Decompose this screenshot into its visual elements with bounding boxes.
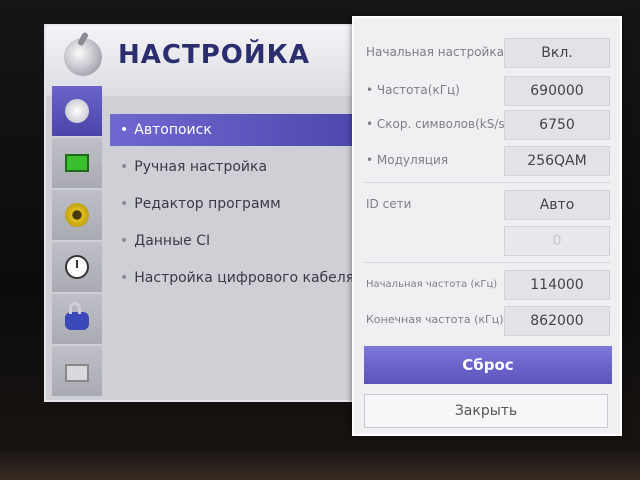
modulation-label: • Модуляция (366, 153, 449, 167)
initial-setup-label: Начальная настройка (366, 45, 504, 59)
sidebar-item-sound[interactable] (52, 190, 102, 240)
end-frequency-row: Конечная частота (кГц) 862000 (354, 304, 620, 338)
start-frequency-input[interactable]: 114000 (504, 270, 610, 300)
network-id-select[interactable]: Авто (504, 190, 610, 220)
menu-item-label: Данные CI (134, 233, 211, 249)
sidebar-item-picture[interactable] (52, 138, 102, 188)
sidebar (52, 86, 108, 396)
menu-item-label: Редактор программ (134, 196, 281, 212)
bullet-icon: • (120, 122, 129, 138)
tv-screen-icon (65, 154, 89, 172)
modulation-select[interactable]: 256QAM (504, 146, 610, 176)
network-id-input[interactable]: 0 (504, 226, 610, 256)
start-frequency-label: Начальная частота (кГц) (366, 279, 498, 290)
cable-setup-popup: Начальная настройка Вкл. • Частота(кГц) … (352, 16, 622, 436)
satellite-dish-icon (64, 38, 102, 76)
modulation-row: • Модуляция 256QAM (354, 144, 620, 178)
sidebar-item-channels[interactable] (52, 86, 102, 136)
satellite-dish-icon (65, 99, 89, 123)
symbol-rate-label: • Скор. символов(kS/s) (366, 117, 510, 131)
network-id-label: ID сети (366, 197, 412, 211)
network-id-row: ID сети Авто (354, 188, 620, 222)
network-id-value-row: 0 (354, 224, 620, 258)
menu-item-auto-tuning[interactable]: • Автопоиск (110, 114, 360, 146)
initial-setup-row: Начальная настройка Вкл. (354, 36, 620, 70)
start-frequency-row: Начальная частота (кГц) 114000 (354, 268, 620, 302)
initial-setup-value[interactable]: Вкл. (504, 38, 610, 68)
bullet-icon: • (120, 233, 129, 249)
briefcase-icon (65, 364, 89, 382)
sidebar-item-lock[interactable] (52, 294, 102, 344)
page-title: НАСТРОЙКА (118, 40, 310, 70)
speaker-icon (65, 203, 89, 227)
lock-icon (65, 302, 89, 330)
frequency-row: • Частота(кГц) 690000 (354, 74, 620, 108)
divider (364, 182, 610, 183)
reset-button[interactable]: Сброс (364, 346, 612, 384)
end-frequency-label: Конечная частота (кГц) (366, 313, 504, 326)
menu-item-label: Ручная настройка (134, 159, 268, 175)
bullet-icon: • (120, 270, 129, 286)
sidebar-item-options[interactable] (52, 346, 102, 396)
close-button[interactable]: Закрыть (364, 394, 608, 428)
frequency-input[interactable]: 690000 (504, 76, 610, 106)
frequency-label: • Частота(кГц) (366, 83, 460, 97)
sidebar-item-time[interactable] (52, 242, 102, 292)
symbol-rate-row: • Скор. символов(kS/s) 6750 (354, 108, 620, 142)
bullet-icon: • (120, 196, 129, 212)
divider (364, 262, 610, 263)
symbol-rate-input[interactable]: 6750 (504, 110, 610, 140)
end-frequency-input[interactable]: 862000 (504, 306, 610, 336)
clock-icon (65, 255, 89, 279)
menu-item-label: Настройка цифрового кабеля (134, 270, 355, 286)
menu-item-label: Автопоиск (134, 122, 212, 138)
bullet-icon: • (120, 159, 129, 175)
tv-stand-floor (0, 452, 640, 480)
